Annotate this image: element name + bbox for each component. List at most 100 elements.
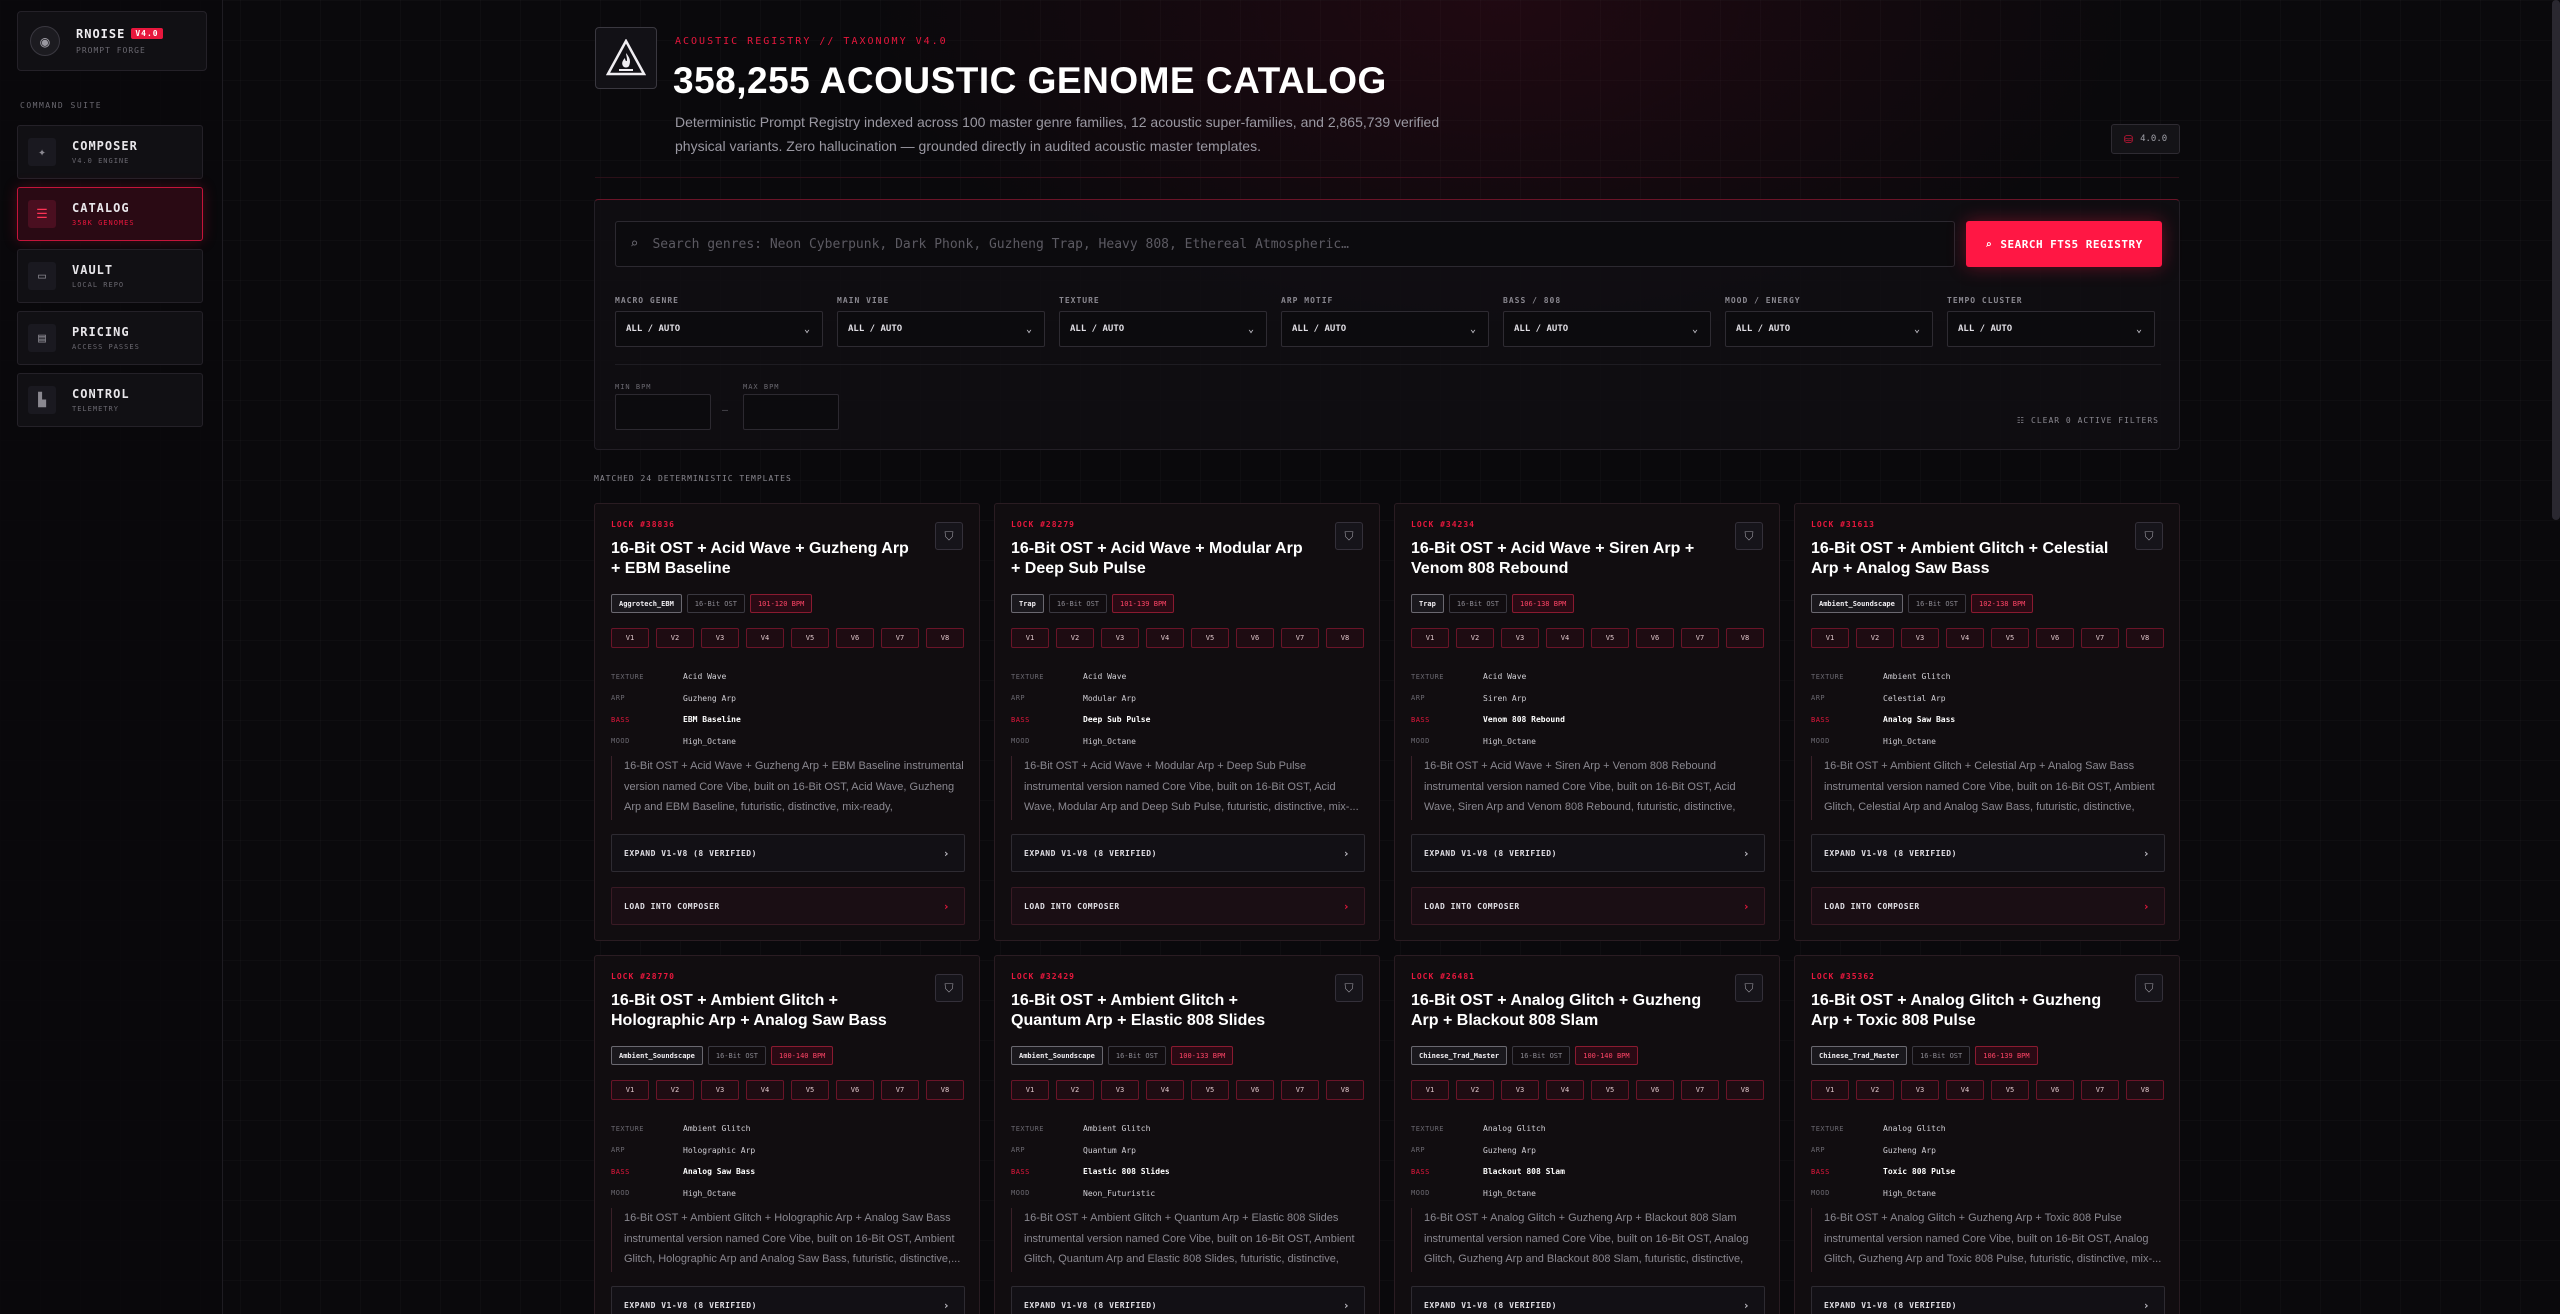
min-bpm-input[interactable] bbox=[615, 394, 711, 430]
variant-button[interactable]: V8 bbox=[1726, 1080, 1764, 1100]
variant-button[interactable]: V3 bbox=[1501, 1080, 1539, 1100]
variant-button[interactable]: V8 bbox=[926, 628, 964, 648]
variant-button[interactable]: V3 bbox=[1101, 1080, 1139, 1100]
variant-button[interactable]: V6 bbox=[2036, 628, 2074, 648]
genre-tag[interactable]: Chinese_Trad_Master bbox=[1811, 1046, 1908, 1065]
bookmark-icon[interactable]: ⛉ bbox=[1735, 974, 1763, 1002]
variant-button[interactable]: V7 bbox=[1281, 1080, 1319, 1100]
variant-button[interactable]: V2 bbox=[656, 1080, 694, 1100]
variant-button[interactable]: V3 bbox=[701, 628, 739, 648]
template-card[interactable]: LOCK #28279 ⛉ 16-Bit OST + Acid Wave + Mod… bbox=[994, 503, 1380, 941]
version-badge[interactable]: ⛁ 4.0.0 bbox=[2111, 124, 2180, 154]
variant-button[interactable]: V5 bbox=[791, 1080, 829, 1100]
bookmark-icon[interactable]: ⛉ bbox=[1335, 522, 1363, 550]
expand-variants-button[interactable]: EXPAND V1-V8 (8 VERIFIED) › bbox=[1811, 834, 2165, 872]
sidebar-item-pricing[interactable]: ▤ PRICING ACCESS PASSES bbox=[17, 311, 203, 365]
bookmark-icon[interactable]: ⛉ bbox=[935, 522, 963, 550]
template-card[interactable]: LOCK #26481 ⛉ 16-Bit OST + Analog Glitch +… bbox=[1394, 955, 1780, 1314]
clear-filters-button[interactable]: ☷ CLEAR 0 ACTIVE FILTERS bbox=[2017, 416, 2159, 425]
variant-button[interactable]: V1 bbox=[1811, 1080, 1849, 1100]
variant-button[interactable]: V3 bbox=[1901, 1080, 1939, 1100]
search-button[interactable]: ⌕ SEARCH FTS5 REGISTRY bbox=[1966, 221, 2162, 267]
variant-button[interactable]: V7 bbox=[1681, 1080, 1719, 1100]
template-card[interactable]: LOCK #31613 ⛉ 16-Bit OST + Ambient Glitch … bbox=[1794, 503, 2180, 941]
genre-tag[interactable]: Ambient_Soundscape bbox=[611, 1046, 703, 1065]
bookmark-icon[interactable]: ⛉ bbox=[1735, 522, 1763, 550]
sidebar-item-composer[interactable]: ✦ COMPOSER V4.0 ENGINE bbox=[17, 125, 203, 179]
load-into-composer-button[interactable]: LOAD INTO COMPOSER › bbox=[1011, 887, 1365, 925]
variant-button[interactable]: V8 bbox=[926, 1080, 964, 1100]
variant-button[interactable]: V4 bbox=[1546, 628, 1584, 648]
variant-button[interactable]: V4 bbox=[746, 628, 784, 648]
filter-select[interactable]: ALL / AUTO ⌄ bbox=[1947, 311, 2155, 347]
filter-select[interactable]: ALL / AUTO ⌄ bbox=[1503, 311, 1711, 347]
search-input[interactable]: ⌕ Search genres: Neon Cyberpunk, Dark Ph… bbox=[615, 221, 1955, 267]
variant-button[interactable]: V4 bbox=[746, 1080, 784, 1100]
variant-button[interactable]: V5 bbox=[1591, 1080, 1629, 1100]
variant-button[interactable]: V7 bbox=[1681, 628, 1719, 648]
variant-button[interactable]: V6 bbox=[1236, 628, 1274, 648]
genre-tag[interactable]: Aggrotech_EBM bbox=[611, 594, 682, 613]
variant-button[interactable]: V5 bbox=[791, 628, 829, 648]
expand-variants-button[interactable]: EXPAND V1-V8 (8 VERIFIED) › bbox=[1411, 1286, 1765, 1314]
variant-button[interactable]: V4 bbox=[1946, 628, 1984, 648]
variant-button[interactable]: V5 bbox=[1191, 628, 1229, 648]
variant-button[interactable]: V7 bbox=[881, 1080, 919, 1100]
filter-select[interactable]: ALL / AUTO ⌄ bbox=[1725, 311, 1933, 347]
variant-button[interactable]: V5 bbox=[1991, 1080, 2029, 1100]
variant-button[interactable]: V1 bbox=[611, 1080, 649, 1100]
variant-button[interactable]: V1 bbox=[1011, 628, 1049, 648]
variant-button[interactable]: V6 bbox=[1636, 1080, 1674, 1100]
expand-variants-button[interactable]: EXPAND V1-V8 (8 VERIFIED) › bbox=[1011, 834, 1365, 872]
expand-variants-button[interactable]: EXPAND V1-V8 (8 VERIFIED) › bbox=[1411, 834, 1765, 872]
variant-button[interactable]: V2 bbox=[1056, 1080, 1094, 1100]
variant-button[interactable]: V5 bbox=[1191, 1080, 1229, 1100]
bookmark-icon[interactable]: ⛉ bbox=[935, 974, 963, 1002]
variant-button[interactable]: V2 bbox=[1856, 628, 1894, 648]
variant-button[interactable]: V1 bbox=[611, 628, 649, 648]
variant-button[interactable]: V7 bbox=[2081, 1080, 2119, 1100]
variant-button[interactable]: V4 bbox=[1546, 1080, 1584, 1100]
bookmark-icon[interactable]: ⛉ bbox=[1335, 974, 1363, 1002]
expand-variants-button[interactable]: EXPAND V1-V8 (8 VERIFIED) › bbox=[1811, 1286, 2165, 1314]
expand-variants-button[interactable]: EXPAND V1-V8 (8 VERIFIED) › bbox=[611, 834, 965, 872]
genre-tag[interactable]: Ambient_Soundscape bbox=[1011, 1046, 1103, 1065]
variant-button[interactable]: V4 bbox=[1146, 628, 1184, 648]
variant-button[interactable]: V3 bbox=[701, 1080, 739, 1100]
filter-select[interactable]: ALL / AUTO ⌄ bbox=[837, 311, 1045, 347]
sidebar-item-control[interactable]: ▙ CONTROL TELEMETRY bbox=[17, 373, 203, 427]
variant-button[interactable]: V7 bbox=[2081, 628, 2119, 648]
variant-button[interactable]: V1 bbox=[1411, 628, 1449, 648]
variant-button[interactable]: V1 bbox=[1011, 1080, 1049, 1100]
variant-button[interactable]: V4 bbox=[1146, 1080, 1184, 1100]
variant-button[interactable]: V3 bbox=[1901, 628, 1939, 648]
variant-button[interactable]: V8 bbox=[1326, 1080, 1364, 1100]
scrollbar[interactable] bbox=[2552, 0, 2560, 520]
template-card[interactable]: LOCK #28770 ⛉ 16-Bit OST + Ambient Glitch … bbox=[594, 955, 980, 1314]
variant-button[interactable]: V2 bbox=[1456, 1080, 1494, 1100]
sidebar-item-vault[interactable]: ▭ VAULT LOCAL REPO bbox=[17, 249, 203, 303]
variant-button[interactable]: V8 bbox=[1326, 628, 1364, 648]
genre-tag[interactable]: Ambient_Soundscape bbox=[1811, 594, 1903, 613]
genre-tag[interactable]: Chinese_Trad_Master bbox=[1411, 1046, 1508, 1065]
variant-button[interactable]: V7 bbox=[1281, 628, 1319, 648]
variant-button[interactable]: V1 bbox=[1811, 628, 1849, 648]
variant-button[interactable]: V7 bbox=[881, 628, 919, 648]
template-card[interactable]: LOCK #35362 ⛉ 16-Bit OST + Analog Glitch +… bbox=[1794, 955, 2180, 1314]
variant-button[interactable]: V8 bbox=[1726, 628, 1764, 648]
filter-select[interactable]: ALL / AUTO ⌄ bbox=[615, 311, 823, 347]
filter-select[interactable]: ALL / AUTO ⌄ bbox=[1281, 311, 1489, 347]
variant-button[interactable]: V5 bbox=[1591, 628, 1629, 648]
variant-button[interactable]: V4 bbox=[1946, 1080, 1984, 1100]
expand-variants-button[interactable]: EXPAND V1-V8 (8 VERIFIED) › bbox=[1011, 1286, 1365, 1314]
variant-button[interactable]: V2 bbox=[1056, 628, 1094, 648]
template-card[interactable]: LOCK #32429 ⛉ 16-Bit OST + Ambient Glitch … bbox=[994, 955, 1380, 1314]
bookmark-icon[interactable]: ⛉ bbox=[2135, 522, 2163, 550]
load-into-composer-button[interactable]: LOAD INTO COMPOSER › bbox=[611, 887, 965, 925]
variant-button[interactable]: V1 bbox=[1411, 1080, 1449, 1100]
template-card[interactable]: LOCK #38836 ⛉ 16-Bit OST + Acid Wave + Guz… bbox=[594, 503, 980, 941]
genre-tag[interactable]: Trap bbox=[1011, 594, 1044, 613]
variant-button[interactable]: V8 bbox=[2126, 628, 2164, 648]
variant-button[interactable]: V3 bbox=[1501, 628, 1539, 648]
variant-button[interactable]: V2 bbox=[656, 628, 694, 648]
